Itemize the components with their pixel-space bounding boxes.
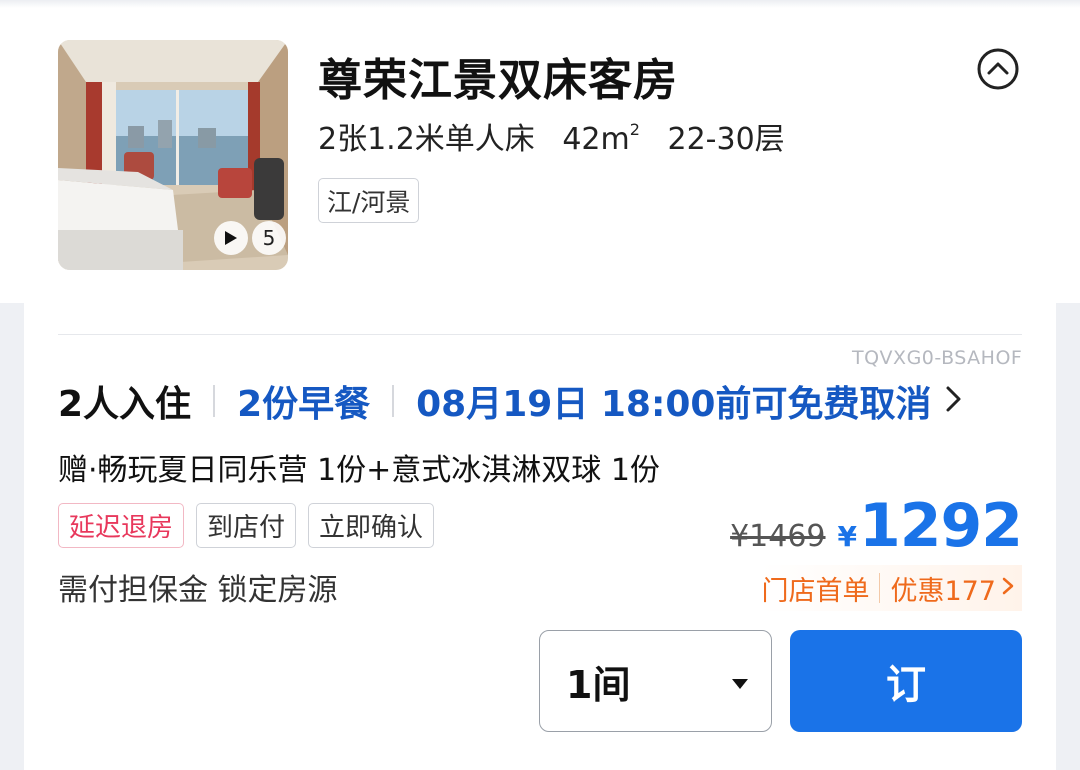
breakfast-label: 2份早餐 [237,384,371,425]
room-quantity-value: 1间 [566,662,631,707]
chevron-right-icon [945,384,963,418]
collapse-up-icon[interactable] [976,47,1020,91]
separator [392,385,395,417]
currency-symbol: ¥ [837,520,857,553]
promo-label: 门店首单 [761,575,870,607]
media-count: 5 [252,221,286,255]
room-specs: 2张1.2米单人床 42m2 22-30层 [318,114,803,158]
current-price: 1292 [859,491,1023,561]
deposit-note: 需付担保金 锁定房源 [58,573,338,608]
promo-divider [879,573,881,603]
room-area-value: 42m [562,122,630,157]
floor-range: 22-30层 [667,122,785,157]
book-button[interactable]: 订 [790,630,1022,732]
promo-discount-row[interactable]: 门店首单 优惠177 [761,565,1022,611]
room-area: 42m2 [562,120,640,157]
gift-description: 赠·畅玩夏日同乐营 1份+意式冰淇淋双球 1份 [58,453,660,488]
tag-instant-confirm: 立即确认 [308,503,435,548]
separator [213,385,216,417]
view-tag: 江/河景 [318,178,420,223]
tag-late-checkout: 延迟退房 [58,503,185,548]
room-quantity-select[interactable]: 1间 [539,630,772,732]
policy-tags: 延迟退房 到店付 立即确认 [58,503,435,548]
price-row: ¥1469 ¥ 1292 [730,491,1023,561]
room-title: 尊荣江景双床客房 [318,55,678,106]
bed-type: 2张1.2米单人床 [318,122,535,157]
play-icon[interactable] [214,221,248,255]
tag-pay-at-hotel: 到店付 [196,503,297,548]
rate-plan-card: TQVXG0-BSAHOF 2人入住 2份早餐 08月19日 18:00前可免费… [24,303,1056,770]
media-badge[interactable]: 5 [194,218,288,258]
room-area-unit-sup: 2 [629,120,640,139]
divider [58,334,1022,335]
cancellation-label: 08月19日 18:00前可免费取消 [416,384,932,425]
offer-code: TQVXG0-BSAHOF [852,347,1023,369]
dropdown-caret-icon [731,675,749,694]
cancellation-policy-row[interactable]: 2人入住 2份早餐 08月19日 18:00前可免费取消 [58,377,963,425]
chevron-right-icon [1002,576,1014,600]
occupancy-label: 2人入住 [58,384,192,425]
promo-discount: 优惠177 [890,575,996,607]
room-header: 5 尊荣江景双床客房 2张1.2米单人床 42m2 22-30层 江/河景 [0,0,1080,303]
original-price: ¥1469 [730,519,826,554]
room-photo[interactable]: 5 [58,40,288,270]
